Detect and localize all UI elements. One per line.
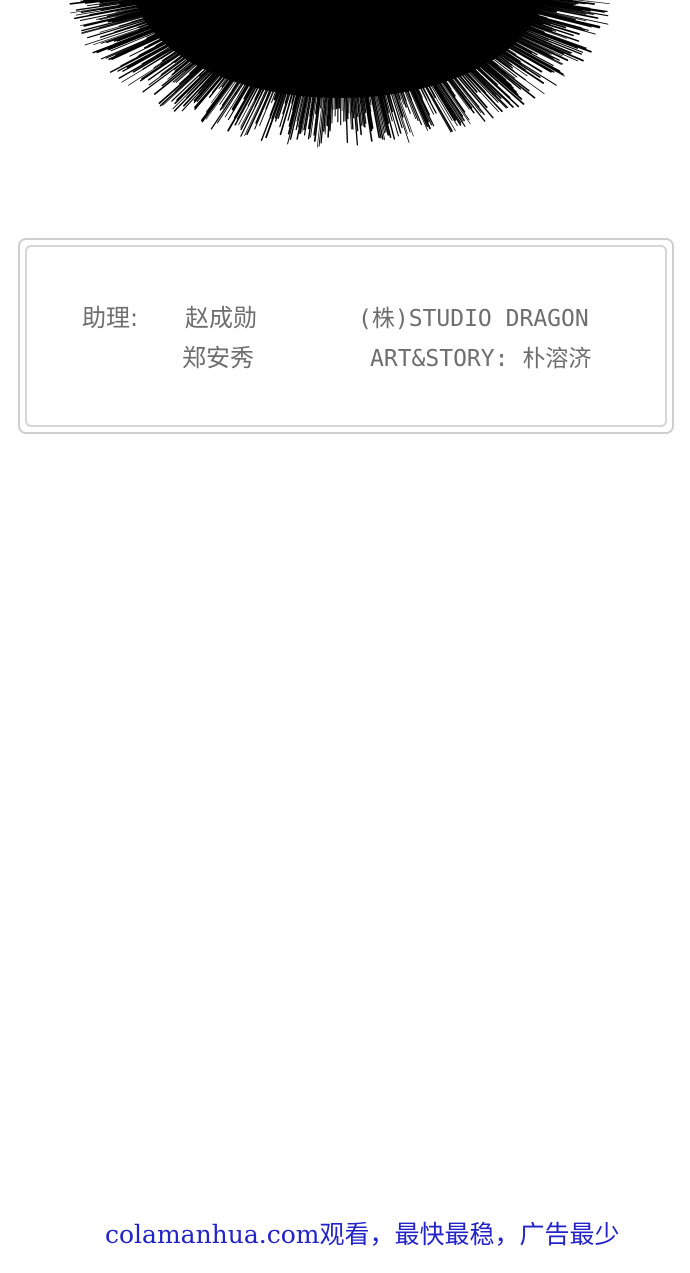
assistant-name-1: 赵成勋 (185, 304, 257, 332)
assistant-label: 助理: (82, 304, 139, 332)
source-watermark-text: colamanhua.com观看，最快最稳，广告最少 (105, 1220, 620, 1249)
studio-credit: (株)STUDIO DRAGON (358, 306, 589, 332)
credits-box: 助理: 赵成勋 郑安秀 (株)STUDIO DRAGON ART&STORY: … (18, 238, 674, 434)
credits-box-inner-border (25, 245, 667, 427)
speed-line-burst (69, 0, 610, 148)
art-story-credit: ART&STORY: 朴溶济 (370, 346, 592, 372)
assistant-name-2: 郑安秀 (182, 344, 254, 372)
